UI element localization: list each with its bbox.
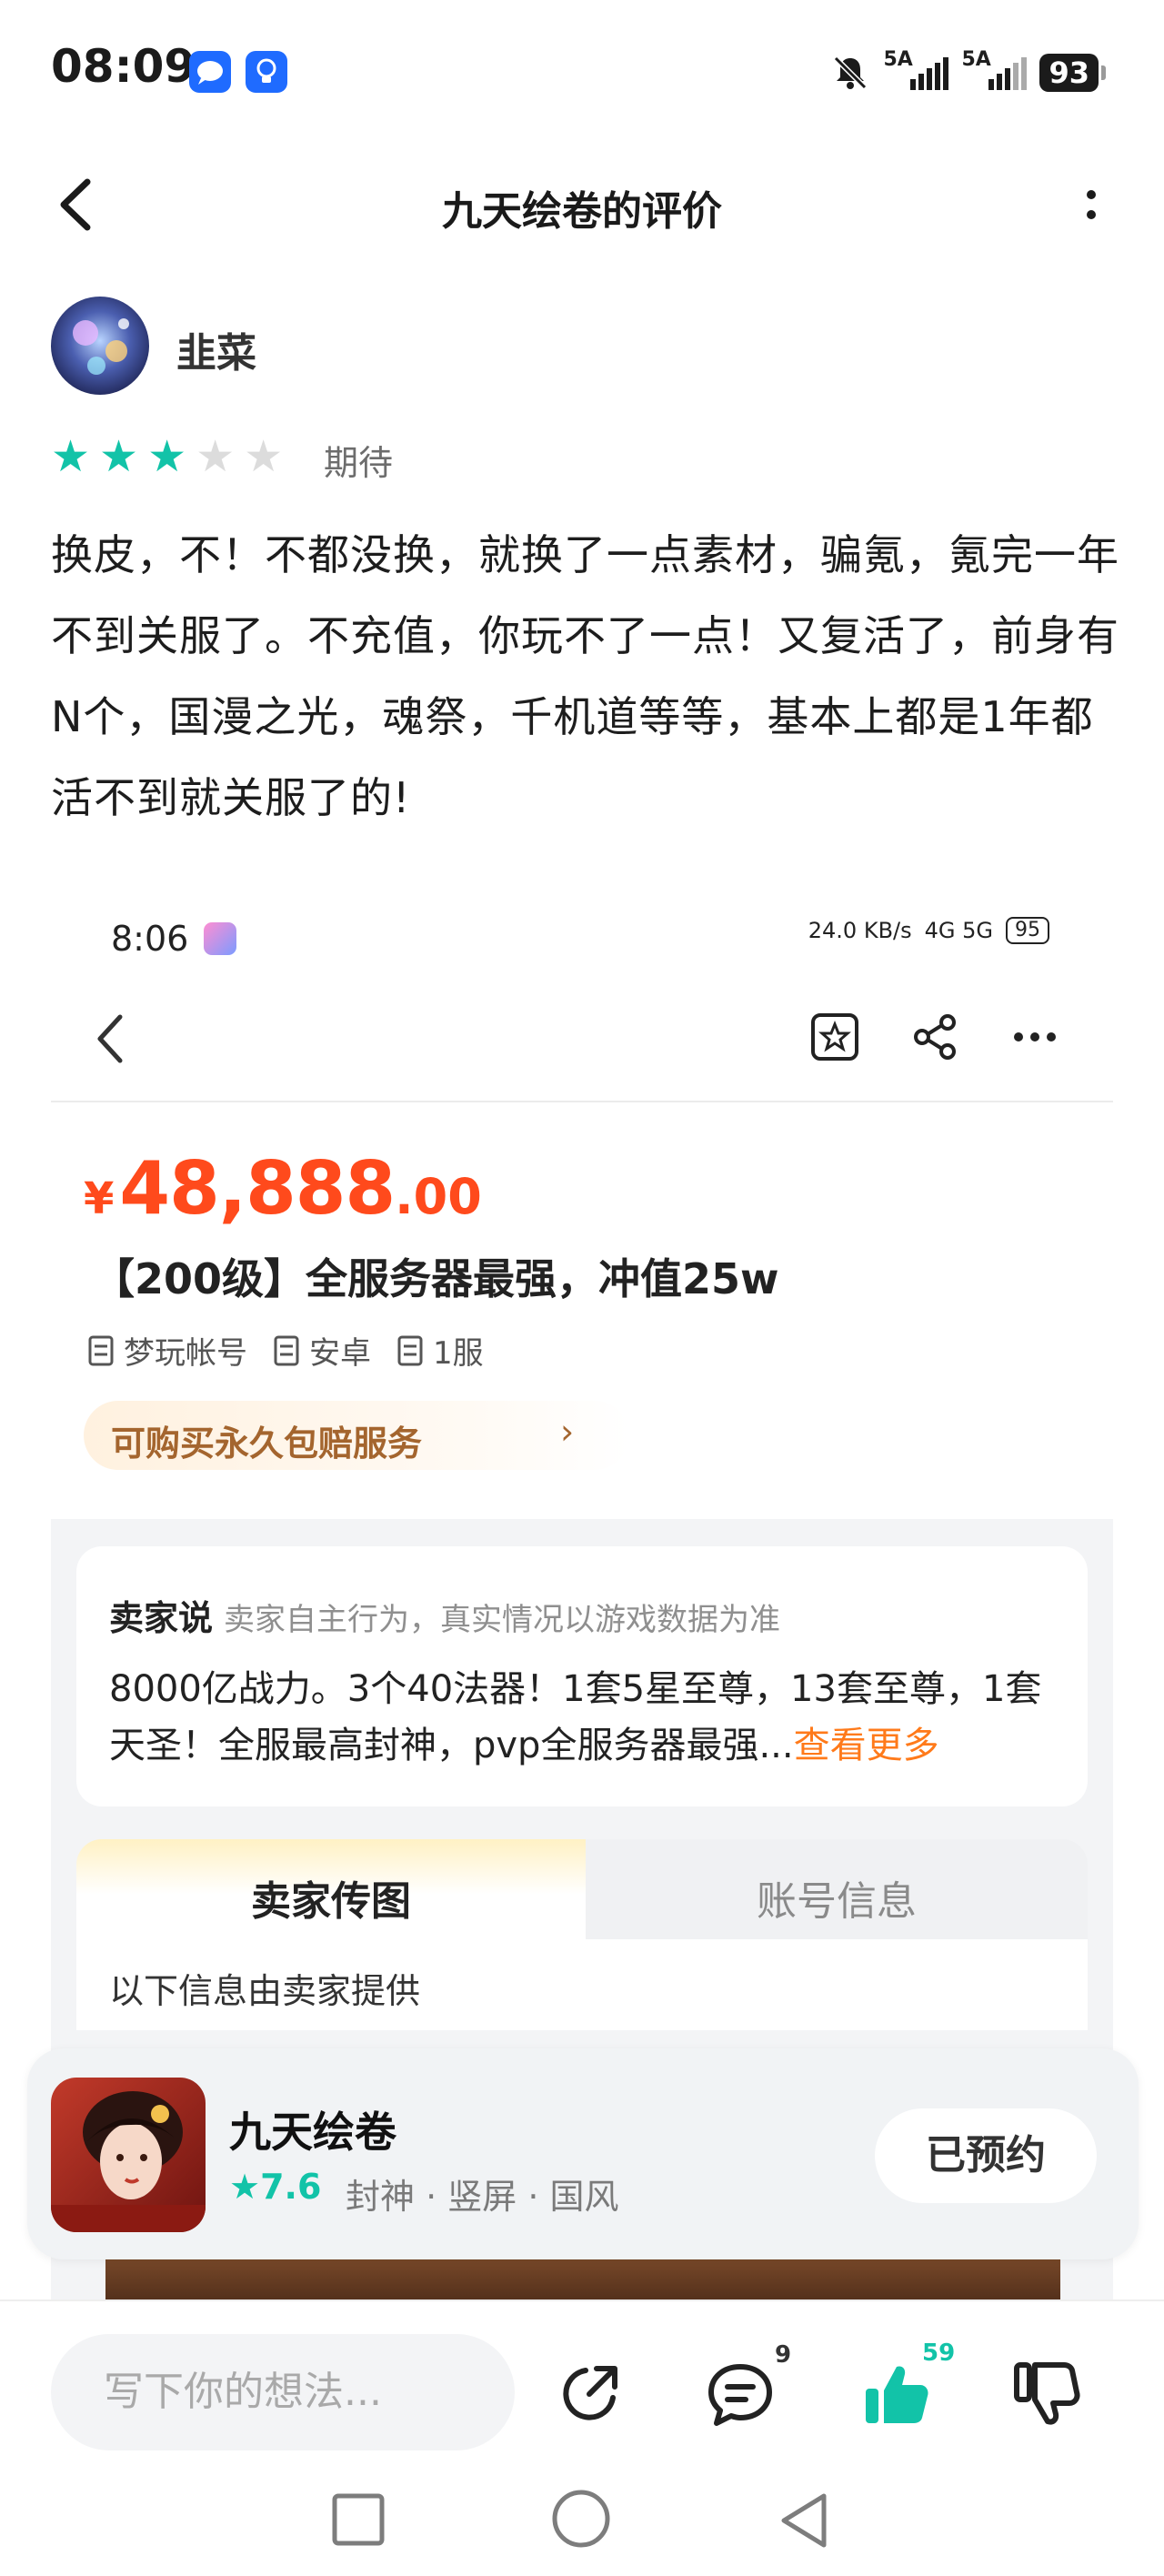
document-icon [274, 1335, 299, 1365]
rating-label: 期待 [324, 443, 394, 483]
rating-stars: ★ ★ ★ ★ ★ [51, 433, 283, 480]
comment-bubble-icon [708, 2364, 772, 2426]
signal-1-icon: 5A [883, 48, 949, 90]
battery-icon: 93 [1039, 54, 1106, 92]
thumbs-down-icon [1014, 2362, 1080, 2425]
shot-net-speed: 24.0 KB/s [808, 918, 912, 943]
price-integer: 48,888 [119, 1146, 396, 1231]
message-notification-icon [189, 51, 231, 93]
shot-tag: 1服 [396, 1328, 484, 1373]
shot-tag-label: 安卓 [309, 1335, 371, 1372]
shot-divider [51, 1101, 1113, 1102]
like-button[interactable] [860, 2358, 933, 2430]
shot-tag: 梦玩帐号 [87, 1328, 247, 1373]
page-title: 九天绘卷的评价 [442, 188, 722, 235]
status-time: 08:09 [51, 40, 196, 93]
shot-game-image-strip [105, 2256, 1060, 2301]
share-arrow-icon [563, 2366, 617, 2420]
battery-level: 93 [1039, 54, 1099, 92]
shot-battery: 95 [1006, 917, 1049, 944]
game-icon[interactable] [51, 2078, 206, 2232]
shot-back-icon [97, 1014, 123, 1063]
shot-tag-label: 梦玩帐号 [124, 1335, 247, 1372]
seller-label: 卖家说 [109, 1598, 214, 1638]
game-score-value: 7.6 [260, 2167, 322, 2207]
price-currency: ¥ [84, 1173, 115, 1224]
star-empty-icon: ★ [244, 431, 284, 482]
circle-icon [552, 2490, 610, 2548]
comment-count: 9 [775, 2341, 792, 2369]
shot-item-title: 【200级】全服务器最强，冲值25w [93, 1254, 779, 1303]
recent-apps-button[interactable] [331, 2492, 386, 2547]
shot-price: ¥ 48,888 .00 [84, 1146, 482, 1231]
seller-note: 卖家自主行为，真实情况以游戏数据为准 [224, 1602, 781, 1638]
review-text: 换皮，不！不都没换，就换了一点素材，骗氪，氪完一年不到关服了。不充值，你玩不了一… [51, 530, 1119, 822]
system-back-button[interactable] [777, 2490, 831, 2551]
like-count: 59 [922, 2340, 956, 2367]
more-options-button[interactable] [1082, 182, 1100, 227]
comment-button[interactable] [704, 2358, 777, 2430]
star-empty-icon: ★ [196, 431, 236, 482]
mute-icon [834, 55, 868, 90]
shot-tag: 安卓 [273, 1328, 371, 1373]
reviewer-name[interactable]: 韭菜 [176, 320, 256, 378]
shot-status-time: 8:06 [111, 919, 189, 959]
document-icon [88, 1335, 114, 1365]
seller-more-link: 查看更多 [793, 1725, 939, 1766]
star-filled-icon: ★ [99, 431, 139, 482]
document-icon [397, 1335, 423, 1365]
user-avatar[interactable] [51, 297, 149, 395]
game-name[interactable]: 九天绘卷 [229, 2099, 396, 2159]
shot-tab-active: 卖家传图 [251, 1878, 411, 1925]
shot-share-icon [914, 1014, 956, 1060]
triangle-back-icon [781, 2493, 827, 2548]
shot-seller-header: 卖家说 卖家自主行为，真实情况以游戏数据为准 [109, 1590, 780, 1640]
share-button[interactable] [553, 2358, 626, 2430]
star-filled-icon: ★ [51, 431, 91, 482]
thumbs-up-icon [866, 2366, 928, 2423]
game-tags: 封神 · 竖屏 · 国风 [346, 2177, 619, 2217]
shot-favorite-icon [811, 1013, 858, 1061]
shot-tag-row: 梦玩帐号 安卓 1服 [87, 1328, 484, 1373]
shot-more-icon [1014, 1032, 1056, 1041]
shot-seller-body: 8000亿战力。3个40法器！1套5星至尊，13套至尊，1套天圣！全服最高封神，… [109, 1661, 1055, 1774]
shot-guarantee-label: 可购买永久包赔服务 [111, 1424, 423, 1464]
comment-input[interactable]: 写下你的想法... [51, 2334, 515, 2450]
shot-tab-inactive: 账号信息 [757, 1878, 917, 1925]
shot-app-icon [204, 922, 236, 955]
shot-status-icons: 24.0 KB/s 4G 5G 95 [808, 917, 1049, 944]
signal-2-label: 5A [961, 48, 991, 71]
shot-tag-label: 1服 [433, 1335, 484, 1372]
star-filled-icon: ★ [147, 431, 187, 482]
chevron-right-icon: › [560, 1412, 575, 1452]
status-icons: 5A 5A 93 [830, 45, 1106, 100]
shot-provided-label: 以下信息由卖家提供 [109, 1971, 421, 2011]
more-vertical-icon [1087, 190, 1096, 219]
reserved-button[interactable]: 已预约 [875, 2108, 1097, 2203]
price-decimal: .00 [395, 1168, 482, 1225]
dislike-button[interactable] [1009, 2358, 1082, 2430]
signal-1-label: 5A [883, 48, 913, 71]
shot-network: 4G 5G [924, 918, 993, 943]
game-score: ★7.6 [229, 2167, 321, 2207]
signal-2-icon: 5A [961, 48, 1028, 90]
square-icon [332, 2493, 385, 2546]
home-button[interactable] [551, 2489, 611, 2549]
bulb-notification-icon [246, 51, 287, 93]
star-icon: ★ [229, 2167, 261, 2207]
